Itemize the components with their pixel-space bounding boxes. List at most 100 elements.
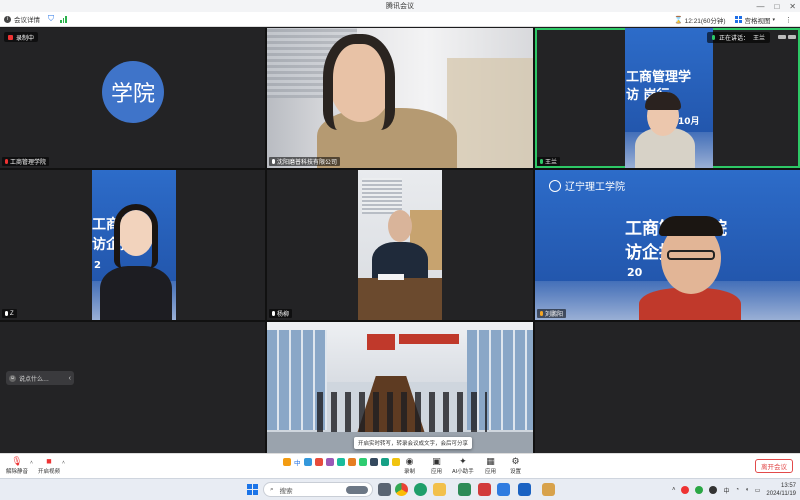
banner-text-3: 2 — [94, 260, 101, 271]
recording-indicator[interactable]: 录制中 — [4, 32, 39, 42]
battery-icon[interactable]: ▭ — [755, 487, 761, 494]
video-tile-company[interactable]: 沈阳磨普科技有限公司 — [267, 28, 533, 168]
chat-input-float[interactable]: ☺ 说点什么… ‹ — [6, 371, 74, 385]
banner-text-1: 工商管理学 — [626, 70, 692, 85]
app-icon[interactable] — [518, 483, 531, 496]
college-logo: 辽宁理工学院 — [549, 178, 625, 193]
taskbar-search[interactable]: ⌕ 搜索 — [263, 482, 373, 497]
grid-icon: ▦ — [486, 455, 495, 466]
game-icon[interactable] — [542, 483, 555, 496]
camera-off-icon: ■ — [46, 456, 52, 466]
record-label: 录制 — [404, 469, 416, 475]
chevron-up-icon[interactable]: ˄ — [62, 460, 65, 466]
windows-start-icon[interactable] — [247, 484, 258, 495]
avatar: 学院 — [102, 61, 164, 123]
desk — [358, 278, 442, 320]
signal-icon[interactable] — [60, 15, 67, 23]
tray-app-icon[interactable] — [695, 486, 704, 494]
grid-view-icon — [735, 16, 743, 23]
apps-label: 应用 — [431, 469, 443, 475]
participant-name: 沈阳磨普科技有限公司 — [277, 160, 338, 166]
info-icon[interactable]: i — [4, 15, 11, 23]
speaking-prefix: 正在讲话： — [718, 36, 749, 42]
leave-meeting-button[interactable]: 离开会议 — [755, 459, 793, 473]
participant-name-tag: 刘鹏阳 — [537, 309, 567, 318]
reaction-icon[interactable] — [314, 458, 323, 466]
chevron-left-icon[interactable]: ‹ — [69, 375, 71, 382]
reaction-icon[interactable] — [325, 458, 334, 466]
chevron-up-icon[interactable]: ˄ — [30, 460, 33, 466]
wps-office-icon[interactable] — [478, 483, 491, 496]
meeting-toolbar: 🎙 解除静音 ˄ ■ 开启视频 ˄ 中 ◉ 录制 ▣ 应用 ✦ AI小助手 ▦ … — [0, 453, 800, 478]
reaction-icon[interactable] — [380, 458, 389, 466]
video-tile-liupengyang[interactable]: 辽宁理工学院 工商管理学院 访企招 20 刘鹏阳 — [535, 170, 800, 320]
mic-icon — [272, 311, 275, 316]
file-explorer-icon[interactable] — [433, 483, 446, 496]
mute-button[interactable]: 🎙 解除静音 — [6, 455, 28, 476]
reaction-bar: 中 — [283, 457, 400, 467]
participant-name: 杨柳 — [277, 312, 290, 318]
speaking-indicator: 正在讲话： 王兰 — [706, 32, 796, 43]
settings-button[interactable]: ⚙ 设置 — [510, 456, 522, 476]
mic-icon — [711, 35, 715, 40]
mic-off-icon: 🎙 — [11, 455, 23, 466]
person-hair — [323, 34, 395, 130]
language-indicator[interactable]: 中 — [723, 486, 729, 495]
video-tile-yangliu[interactable]: 杨柳 — [267, 170, 533, 320]
hourglass-icon: ⌛ — [673, 16, 683, 24]
apps-button[interactable]: ▣ 应用 — [431, 456, 443, 476]
task-view-icon[interactable] — [378, 483, 391, 496]
settings-label: 设置 — [510, 469, 522, 475]
lang-badge[interactable]: 中 — [294, 457, 301, 467]
tencent-meeting-icon[interactable] — [497, 483, 510, 496]
reaction-icon[interactable] — [283, 458, 291, 466]
timer-display[interactable]: ⌛ 12:21(60分钟) — [674, 15, 726, 25]
search-highlight-image — [346, 485, 368, 494]
layout-view-button[interactable]: 宫格视图 ▾ — [735, 15, 775, 25]
tray-app-icon[interactable] — [709, 486, 718, 494]
chevron-down-icon: ▾ — [772, 16, 775, 23]
chrome-icon[interactable] — [395, 483, 408, 496]
transcription-tooltip[interactable]: 开启实时转写，转录会议成文字，会后可分享 — [354, 437, 472, 449]
record-button[interactable]: ◉ 录制 — [404, 456, 416, 476]
wps-icon[interactable] — [458, 483, 471, 496]
volume-icon[interactable]: ◖ — [745, 487, 749, 493]
minimize-button[interactable]: — — [756, 2, 764, 11]
timer-text: 12:21(60分钟) — [684, 17, 726, 25]
clock[interactable]: 13:57 2024/11/19 — [766, 482, 796, 498]
close-button[interactable]: ✕ — [789, 2, 796, 11]
video-button[interactable]: ■ 开启视频 — [38, 456, 60, 475]
video-tile-empty-right — [535, 322, 800, 453]
video-frame — [358, 170, 442, 320]
meeting-details-link[interactable]: 会议详情 — [14, 14, 40, 24]
video-tile-z[interactable]: 工商管 访企招行 2 Z — [0, 170, 265, 320]
edge-icon[interactable] — [414, 483, 427, 496]
video-tile-college[interactable]: 录制中 学院 工商管理学院 — [0, 28, 265, 168]
maximize-button[interactable]: □ — [774, 2, 779, 11]
person-hair — [659, 216, 723, 236]
more-icon[interactable]: ⋮ — [785, 16, 792, 24]
meeting-info-bar: i 会议详情 ⛉ ⌛ 12:21(60分钟) 宫格视图 ▾ ⋮ — [0, 12, 800, 27]
reaction-icon[interactable] — [358, 458, 367, 466]
participant-name: Z — [10, 310, 14, 317]
record-icon — [8, 34, 13, 40]
reaction-icon[interactable] — [347, 458, 356, 466]
reaction-icon[interactable] — [303, 458, 312, 466]
reaction-icon[interactable] — [391, 458, 400, 466]
window-blinds — [362, 178, 402, 214]
shield-icon[interactable]: ⛉ — [48, 14, 54, 24]
applications-button[interactable]: ▦ 应用 — [485, 455, 497, 476]
applications-label: 应用 — [485, 469, 497, 475]
mic-icon — [272, 159, 275, 164]
video-tile-wanglan[interactable]: 工商管理学 访 岗行 年10月 正在讲话： 王兰 王兰 — [535, 28, 800, 168]
bookshelf — [447, 58, 533, 168]
reaction-icon[interactable] — [336, 458, 345, 466]
video-tile-conference-room[interactable] — [267, 322, 533, 453]
ai-assistant-button[interactable]: ✦ AI小助手 — [452, 456, 474, 476]
mic-icon — [5, 159, 8, 164]
chevron-up-icon[interactable]: ˄ — [672, 487, 676, 493]
reaction-icon[interactable] — [369, 458, 378, 466]
wifi-icon[interactable]: ◔ — [735, 487, 739, 493]
view-toggle-icons[interactable] — [778, 35, 796, 39]
tray-app-icon[interactable] — [681, 486, 690, 494]
